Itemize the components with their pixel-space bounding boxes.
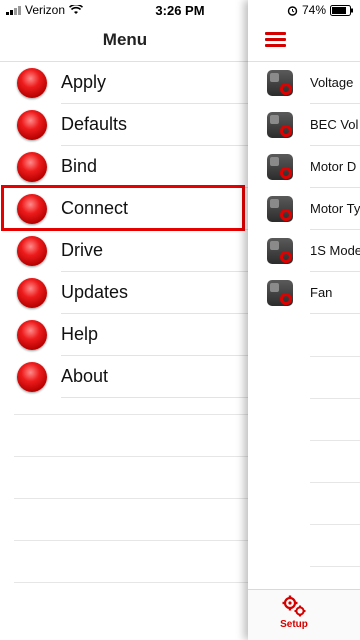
setting-icon — [267, 70, 293, 96]
menu-item-label: Updates — [61, 282, 129, 302]
red-ball-icon — [17, 236, 47, 266]
status-bar: Verizon 3:26 PM 74% — [0, 0, 360, 20]
red-ball-icon — [17, 320, 47, 350]
setting-icon — [267, 238, 293, 264]
selection-highlight — [1, 185, 245, 231]
setting-icon — [267, 112, 293, 138]
battery-icon — [330, 4, 353, 16]
empty-rows — [14, 414, 250, 624]
setting-icon — [267, 280, 293, 306]
divider — [61, 397, 250, 398]
setup-item-voltage[interactable]: Voltage — [248, 62, 360, 104]
menu-item-help[interactable]: Help — [0, 314, 250, 356]
setup-item-label: BEC Vol — [310, 117, 359, 132]
menu-item-about[interactable]: About — [0, 356, 250, 398]
tab-label: Setup — [280, 619, 308, 630]
battery-percent: 74% — [301, 3, 326, 17]
menu-item-drive[interactable]: Drive — [0, 230, 250, 272]
setup-item-label: Fan — [310, 285, 333, 300]
setup-item-label: Voltage — [310, 75, 354, 90]
menu-item-apply[interactable]: Apply — [0, 62, 250, 104]
setup-item-motor-direction[interactable]: Motor D — [248, 146, 360, 188]
menu-item-label: Help — [61, 324, 99, 344]
menu-item-label: Defaults — [61, 114, 128, 134]
menu-item-label: Bind — [61, 156, 98, 176]
setup-item-bec-voltage[interactable]: BEC Vol — [248, 104, 360, 146]
menu-item-label: Apply — [61, 72, 107, 92]
menu-item-defaults[interactable]: Defaults — [0, 104, 250, 146]
setup-item-motor-type[interactable]: Motor Ty — [248, 188, 360, 230]
red-ball-icon — [17, 362, 47, 392]
tab-setup[interactable]: Setup — [274, 594, 314, 630]
side-menu: Menu Apply Defaults Bind Connect Drive U… — [0, 0, 250, 640]
red-ball-icon — [17, 110, 47, 140]
status-right: 74% — [287, 3, 354, 17]
empty-rows — [310, 356, 360, 608]
setting-icon — [267, 196, 293, 222]
tab-bar: Setup — [248, 589, 360, 640]
setup-item-1s-mode[interactable]: 1S Mode — [248, 230, 360, 272]
menu-title: Menu — [102, 30, 148, 49]
setup-list: Voltage BEC Vol Motor D Motor Ty 1S Mode… — [248, 62, 360, 314]
gears-icon — [282, 595, 306, 617]
hamburger-menu-icon[interactable] — [265, 32, 286, 48]
setup-panel: Voltage BEC Vol Motor D Motor Ty 1S Mode… — [248, 0, 360, 640]
menu-item-updates[interactable]: Updates — [0, 272, 250, 314]
divider — [310, 313, 360, 314]
setup-item-fan[interactable]: Fan — [248, 272, 360, 314]
setup-item-label: Motor D — [310, 159, 357, 174]
setup-item-label: Motor Ty — [310, 201, 360, 216]
setting-icon — [267, 154, 293, 180]
menu-item-label: About — [61, 366, 109, 386]
red-ball-icon — [17, 68, 47, 98]
alarm-icon — [287, 5, 298, 16]
setup-item-label: 1S Mode — [310, 243, 360, 258]
red-ball-icon — [17, 152, 47, 182]
menu-item-bind[interactable]: Bind — [0, 146, 250, 188]
menu-item-label: Drive — [61, 240, 104, 260]
red-ball-icon — [17, 278, 47, 308]
